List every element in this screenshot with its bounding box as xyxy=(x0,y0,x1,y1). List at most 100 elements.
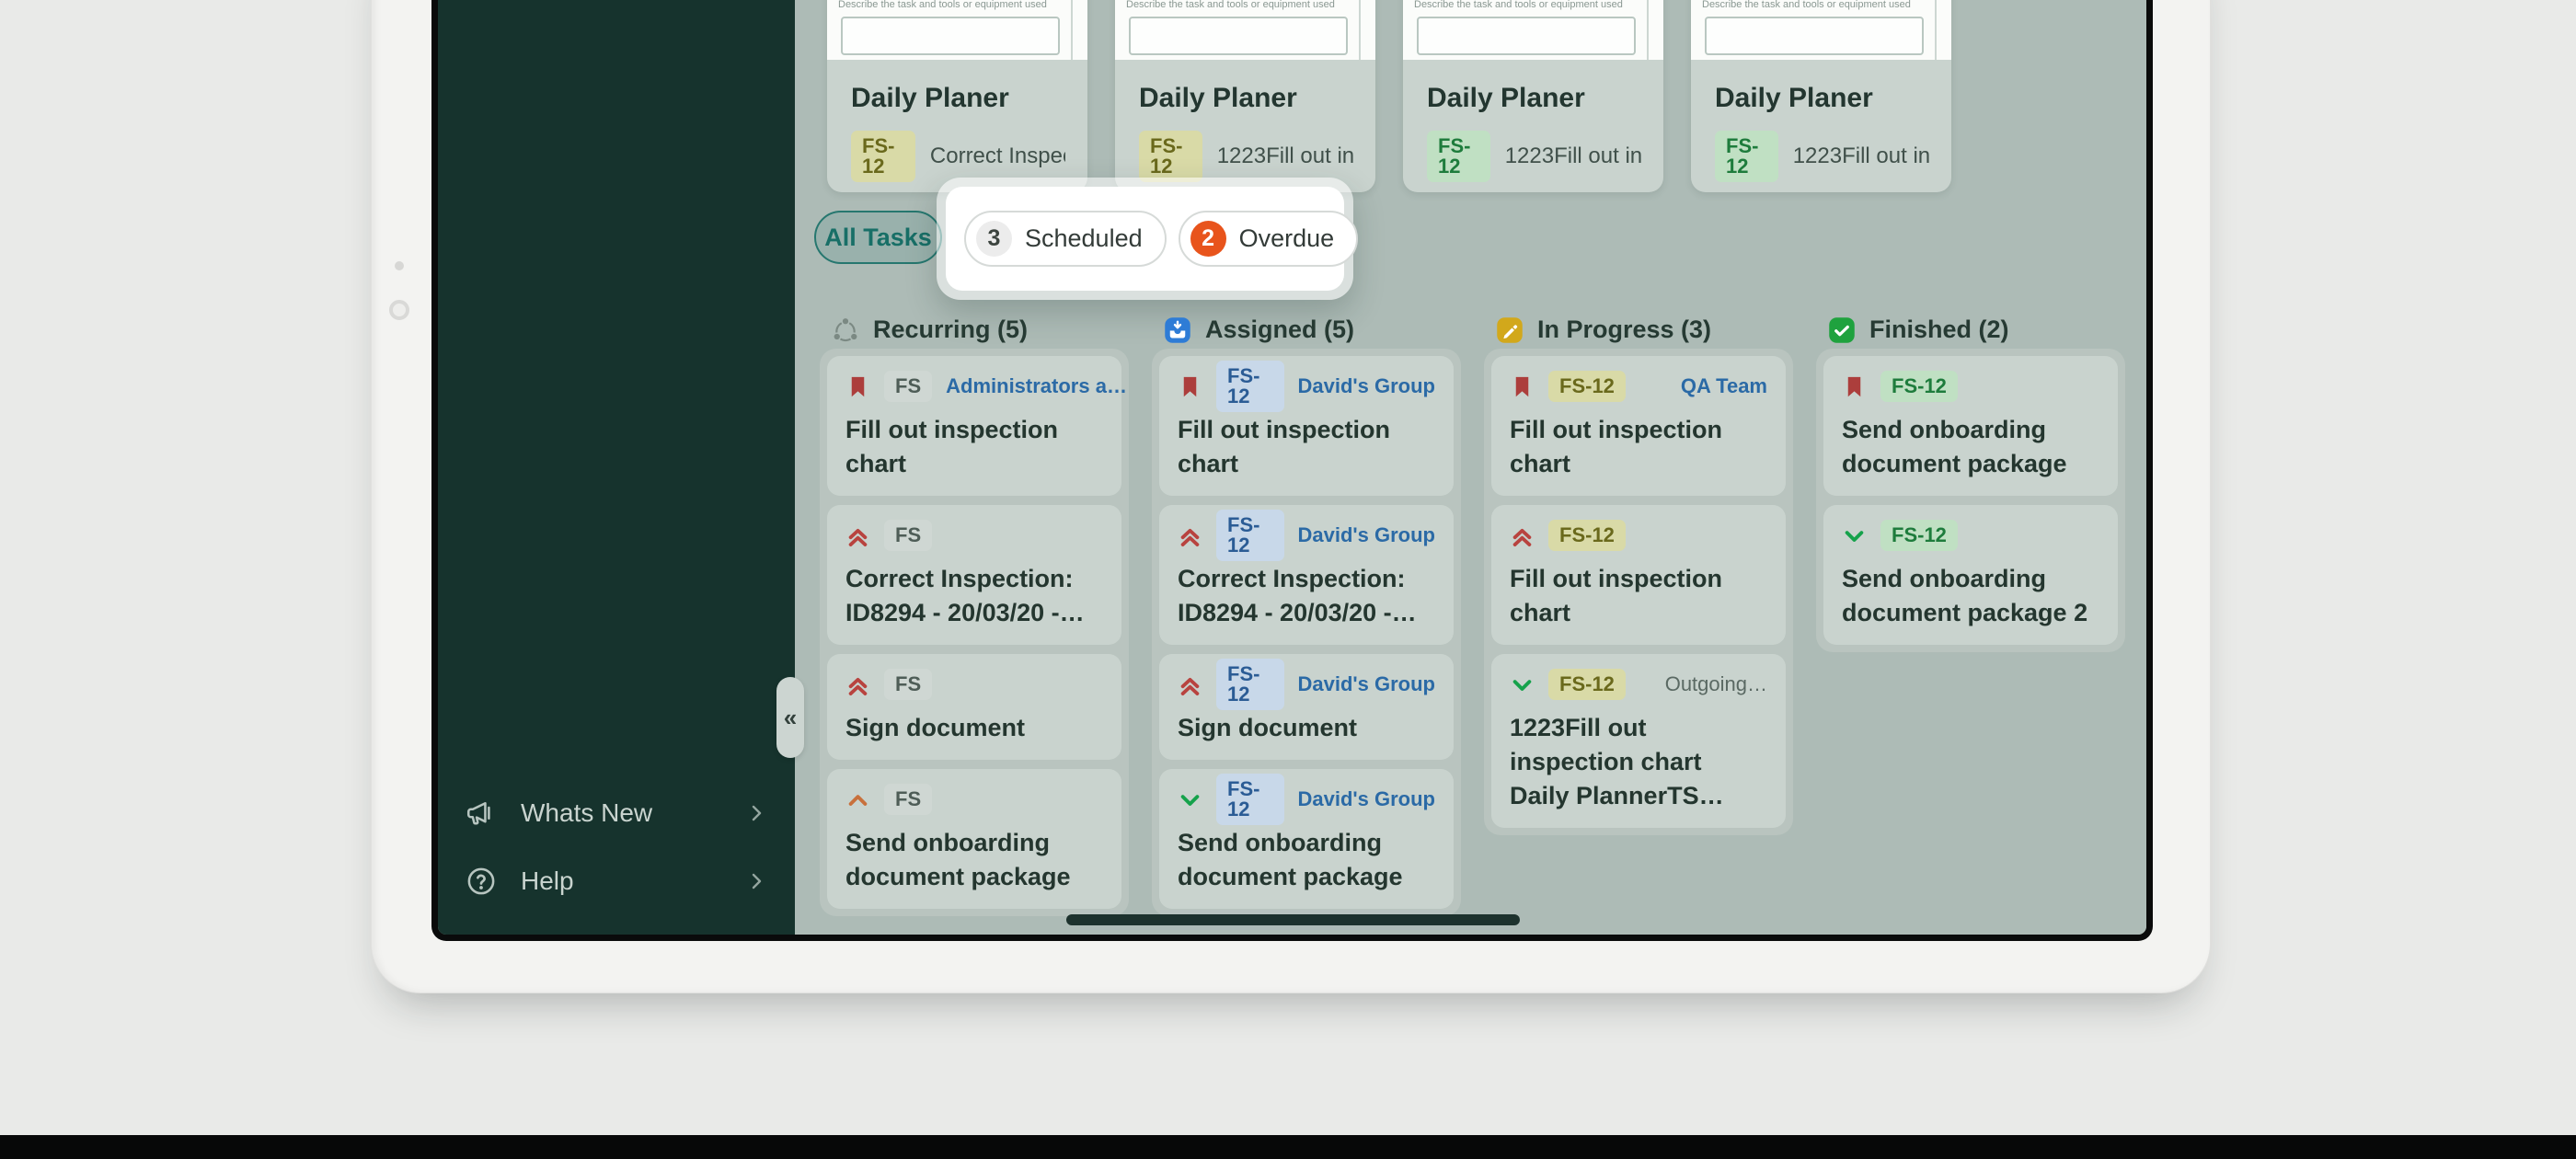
task-key-badge: FS-12 xyxy=(1880,520,1958,551)
sidebar-item-help[interactable]: Help xyxy=(464,852,767,911)
task-key-badge: FS xyxy=(884,669,932,700)
tablet-screen: Whats New Help « D xyxy=(431,0,2153,941)
column-header: Recurring (5) xyxy=(820,311,1129,349)
column-header: Assigned (5) xyxy=(1152,311,1461,349)
task-snippet: 1223Fill out insp… xyxy=(1217,143,1353,169)
card-title: Daily Planer xyxy=(1427,83,1641,114)
task-title: Fill out inspection chart xyxy=(845,413,1103,481)
filter-popup: 3 Scheduled 2 Overdue xyxy=(937,178,1353,300)
task-card[interactable]: FS Send onboarding document package xyxy=(827,769,1121,909)
app-window: Whats New Help « D xyxy=(438,0,2146,935)
daily-planner-card[interactable]: Describe the task and tools or equipment… xyxy=(827,0,1087,192)
task-key-badge: FS-12 xyxy=(851,131,915,182)
card-title: Daily Planer xyxy=(851,83,1065,114)
task-title: Sign document xyxy=(1178,711,1435,745)
column-assigned: Assigned (5) FS-12 David's Group Fill ou… xyxy=(1152,311,1461,916)
task-key-badge: FS-12 xyxy=(1216,510,1284,561)
task-card[interactable]: FS Administrators a… Fill out inspection… xyxy=(827,356,1121,496)
scheduled-label: Scheduled xyxy=(1025,224,1143,253)
task-title: Fill out inspection chart xyxy=(1510,413,1767,481)
overdue-label: Overdue xyxy=(1239,224,1335,253)
daily-planner-card[interactable]: Describe the task and tools or equipment… xyxy=(1403,0,1663,192)
group-link[interactable]: David's Group xyxy=(1298,787,1435,811)
task-card[interactable]: FS-12 Fill out inspection chart xyxy=(1491,505,1786,645)
group-link[interactable]: David's Group xyxy=(1298,672,1435,696)
task-card[interactable]: FS-12 Send onboarding document package 2 xyxy=(1823,505,2118,645)
column-recurring: Recurring (5) FS Administrators a… Fill … xyxy=(820,311,1129,916)
form-input-box xyxy=(1705,17,1924,55)
page-background: Whats New Help « D xyxy=(0,0,2576,1159)
column-title: Finished (2) xyxy=(1869,316,2009,344)
task-title: 1223Fill out inspection chart Daily Plan… xyxy=(1510,711,1767,813)
chevron-right-icon xyxy=(745,802,767,824)
task-key-badge: FS-12 xyxy=(1216,659,1284,710)
card-body: Daily Planer FS-12 1223Fill out insp… xyxy=(1403,60,1663,192)
scheduled-count-badge: 3 xyxy=(976,221,1012,257)
form-input-box xyxy=(1129,17,1348,55)
task-key-badge: FS-12 xyxy=(1548,520,1626,551)
sidebar: Whats New Help xyxy=(438,0,795,935)
card-body: Daily Planer FS-12 1223Fill out insp… xyxy=(1115,60,1375,192)
sidebar-item-whats-new[interactable]: Whats New xyxy=(464,784,767,843)
all-tasks-filter-button[interactable]: All Tasks xyxy=(814,211,942,264)
task-title: Correct Inspection: ID8294 - 20/03/20 -… xyxy=(1178,562,1435,630)
priority-highest-icon xyxy=(1178,672,1202,697)
priority-highest-icon xyxy=(1178,523,1202,548)
board-content: Describe the task and tools or equipment… xyxy=(795,0,2146,935)
task-card[interactable]: FS Correct Inspection: ID8294 - 20/03/20… xyxy=(827,505,1121,645)
task-card[interactable]: FS-12 David's Group Send onboarding docu… xyxy=(1159,769,1454,909)
horizontal-scrollbar[interactable] xyxy=(1066,914,1520,925)
task-card[interactable]: FS-12 Outgoing… 1223Fill out inspection … xyxy=(1491,654,1786,828)
bottom-bar xyxy=(0,1135,2576,1159)
form-hint: Describe the task and tools or equipment… xyxy=(1702,0,1911,10)
bookmark-icon xyxy=(1842,374,1867,399)
task-key-badge: FS-12 xyxy=(1139,131,1202,182)
priority-highest-icon xyxy=(845,523,870,548)
priority-low-icon xyxy=(1178,787,1202,812)
daily-planner-card[interactable]: Describe the task and tools or equipment… xyxy=(1691,0,1951,192)
task-key-badge: FS-12 xyxy=(1548,371,1626,402)
megaphone-icon xyxy=(464,796,499,831)
recurring-icon xyxy=(832,316,859,344)
task-card[interactable]: FS-12 David's Group Sign document xyxy=(1159,654,1454,760)
priority-highest-icon xyxy=(845,672,870,697)
chevron-right-icon xyxy=(745,870,767,892)
bookmark-icon xyxy=(1178,374,1202,399)
task-title: Send onboarding document package xyxy=(845,826,1103,894)
group-link[interactable]: Administrators a… xyxy=(946,374,1127,398)
form-preview: Describe the task and tools or equipment… xyxy=(1691,0,1951,60)
group-link[interactable]: David's Group xyxy=(1298,523,1435,547)
column-title: In Progress (3) xyxy=(1537,316,1711,344)
task-card[interactable]: FS-12 David's Group Correct Inspection: … xyxy=(1159,505,1454,645)
overdue-filter-chip[interactable]: 2 Overdue xyxy=(1179,211,1359,267)
priority-low-icon xyxy=(1842,523,1867,548)
card-title: Daily Planer xyxy=(1715,83,1929,114)
camera-lens xyxy=(389,300,409,320)
task-title: Correct Inspection: ID8294 - 20/03/20 -… xyxy=(845,562,1103,630)
task-key-badge: FS xyxy=(884,371,932,402)
task-card[interactable]: FS-12 David's Group Fill out inspection … xyxy=(1159,356,1454,496)
column-title: Recurring (5) xyxy=(873,316,1028,344)
task-title: Sign document xyxy=(845,711,1103,745)
task-card[interactable]: FS-12 Send onboarding document package xyxy=(1823,356,2118,496)
group-link[interactable]: David's Group xyxy=(1298,374,1435,398)
group-link[interactable]: Outgoing… xyxy=(1665,672,1767,696)
form-hint: Describe the task and tools or equipment… xyxy=(1126,0,1335,10)
form-preview: Describe the task and tools or equipment… xyxy=(1115,0,1375,60)
task-card[interactable]: FS-12 QA Team Fill out inspection chart xyxy=(1491,356,1786,496)
task-title: Fill out inspection chart xyxy=(1178,413,1435,481)
column-finished: Finished (2) FS-12 Send onboarding docum… xyxy=(1816,311,2125,652)
scheduled-filter-chip[interactable]: 3 Scheduled xyxy=(964,211,1167,267)
form-divider xyxy=(1935,0,1937,60)
assigned-icon xyxy=(1164,316,1191,344)
priority-high-icon xyxy=(845,787,870,812)
sidebar-collapse-button[interactable]: « xyxy=(776,677,804,758)
priority-low-icon xyxy=(1510,672,1535,697)
form-input-box xyxy=(841,17,1060,55)
task-title: Send onboarding document package 2 xyxy=(1842,562,2099,630)
group-link[interactable]: QA Team xyxy=(1681,374,1767,398)
task-card[interactable]: FS Sign document xyxy=(827,654,1121,760)
daily-planner-card[interactable]: Describe the task and tools or equipment… xyxy=(1115,0,1375,192)
task-title: Send onboarding document package xyxy=(1842,413,2099,481)
form-hint: Describe the task and tools or equipment… xyxy=(1414,0,1623,10)
